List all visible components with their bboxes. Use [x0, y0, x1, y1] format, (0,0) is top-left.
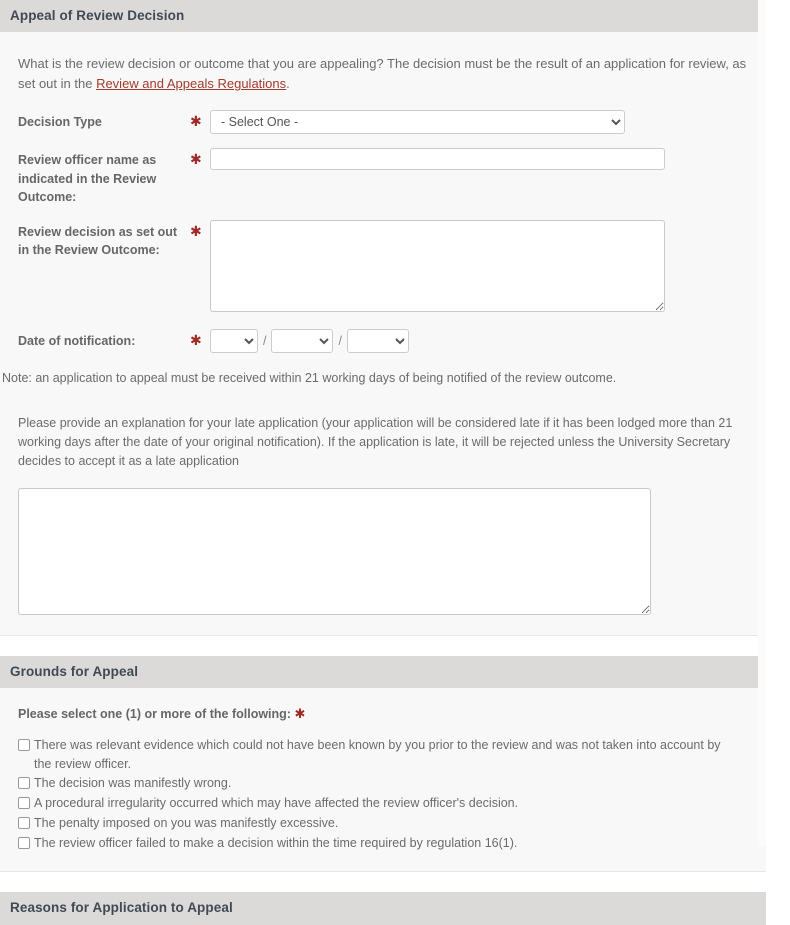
label-review-decision: Review decision as set out in the Review…	[18, 224, 178, 257]
field-row-decision-type: Decision Type ✱ - Select One -	[18, 110, 748, 135]
section-body-appeal: What is the review decision or outcome t…	[0, 32, 766, 636]
grounds-checkbox-row[interactable]: A procedural irregularity occurred which…	[18, 794, 748, 813]
required-asterisk-review-decision: ✱	[190, 222, 202, 239]
date-year-select[interactable]	[346, 328, 409, 353]
grounds-label-new-evidence: There was relevant evidence which could …	[34, 737, 721, 771]
label-decision-type: Decision Type	[18, 115, 102, 130]
grounds-label-manifestly-wrong: The decision was manifestly wrong.	[34, 776, 232, 791]
section-grounds-for-appeal: Grounds for Appeal Please select one (1)…	[0, 655, 766, 873]
review-officer-name-input[interactable]	[210, 148, 665, 171]
control-decision-type: - Select One -	[210, 110, 748, 135]
grounds-checkbox-manifestly-wrong[interactable]	[18, 777, 30, 790]
grounds-checkbox-new-evidence[interactable]	[18, 738, 30, 751]
decision-type-select[interactable]: - Select One -	[210, 110, 625, 135]
control-review-decision	[210, 219, 748, 315]
grounds-prompt-text: Please select one (1) or more of the fol…	[18, 706, 291, 721]
intro-text-after: .	[286, 76, 290, 92]
required-asterisk-date-of-notification: ✱	[190, 331, 202, 348]
section-reasons-for-application-to-appeal: Reasons for Application to Appeal	[0, 892, 766, 925]
date-day-select[interactable]	[210, 328, 258, 353]
section-header-reasons: Reasons for Application to Appeal	[0, 892, 766, 925]
late-application-instructions: Please provide an explanation for your l…	[18, 415, 733, 469]
late-application-block: Please provide an explanation for your l…	[18, 414, 748, 615]
appeal-form-page: Appeal of Review Decision What is the re…	[0, 0, 766, 925]
grounds-prompt: Please select one (1) or more of the fol…	[18, 706, 748, 722]
section-appeal-of-review-decision: Appeal of Review Decision What is the re…	[0, 0, 766, 636]
grounds-checkbox-row[interactable]: The review officer failed to make a deci…	[18, 834, 748, 853]
grounds-label-penalty-excessive: The penalty imposed on you was manifestl…	[34, 815, 339, 830]
required-asterisk-grounds: ✱	[294, 705, 306, 721]
date-separator-1: /	[263, 333, 267, 348]
section-header-appeal: Appeal of Review Decision	[0, 0, 766, 33]
control-review-officer-name	[210, 148, 748, 171]
late-application-explanation-textarea[interactable]	[18, 487, 651, 615]
section-body-grounds: Please select one (1) or more of the fol…	[0, 687, 766, 873]
appeal-deadline-note: Note: an application to appeal must be r…	[2, 370, 617, 385]
field-row-review-officer-name: Review officer name as indicated in the …	[18, 148, 748, 205]
date-month-select[interactable]	[271, 328, 334, 353]
grounds-checkbox-row[interactable]: The penalty imposed on you was manifestl…	[18, 814, 748, 833]
section-gap	[0, 872, 766, 893]
label-date-of-notification: Date of notification:	[18, 333, 136, 348]
control-date-of-notification: / /	[210, 328, 748, 353]
grounds-checkbox-row[interactable]: The decision was manifestly wrong.	[18, 774, 748, 793]
grounds-checkbox-row[interactable]: There was relevant evidence which could …	[18, 736, 748, 774]
page-scrollbar[interactable]	[758, 0, 766, 846]
required-asterisk-decision-type: ✱	[190, 113, 202, 130]
review-and-appeals-regulations-link[interactable]: Review and Appeals Regulations	[96, 76, 286, 91]
section-gap	[0, 635, 766, 656]
intro-paragraph: What is the review decision or outcome t…	[18, 54, 748, 94]
section-header-grounds: Grounds for Appeal	[0, 655, 766, 688]
label-review-officer-name: Review officer name as indicated in the …	[18, 153, 157, 204]
date-separator-2: /	[338, 333, 342, 348]
grounds-checkbox-penalty-excessive[interactable]	[18, 816, 30, 829]
grounds-checkbox-procedural-irregularity[interactable]	[18, 797, 30, 810]
grounds-label-decision-out-of-time: The review officer failed to make a deci…	[34, 835, 518, 850]
review-decision-textarea[interactable]	[210, 219, 665, 312]
grounds-checkbox-decision-out-of-time[interactable]	[18, 836, 30, 849]
grounds-label-procedural-irregularity: A procedural irregularity occurred which…	[34, 796, 519, 811]
required-asterisk-review-officer-name: ✱	[190, 151, 202, 168]
field-row-review-decision: Review decision as set out in the Review…	[18, 219, 748, 315]
field-row-date-of-notification: Date of notification: ✱ / /	[18, 328, 748, 353]
